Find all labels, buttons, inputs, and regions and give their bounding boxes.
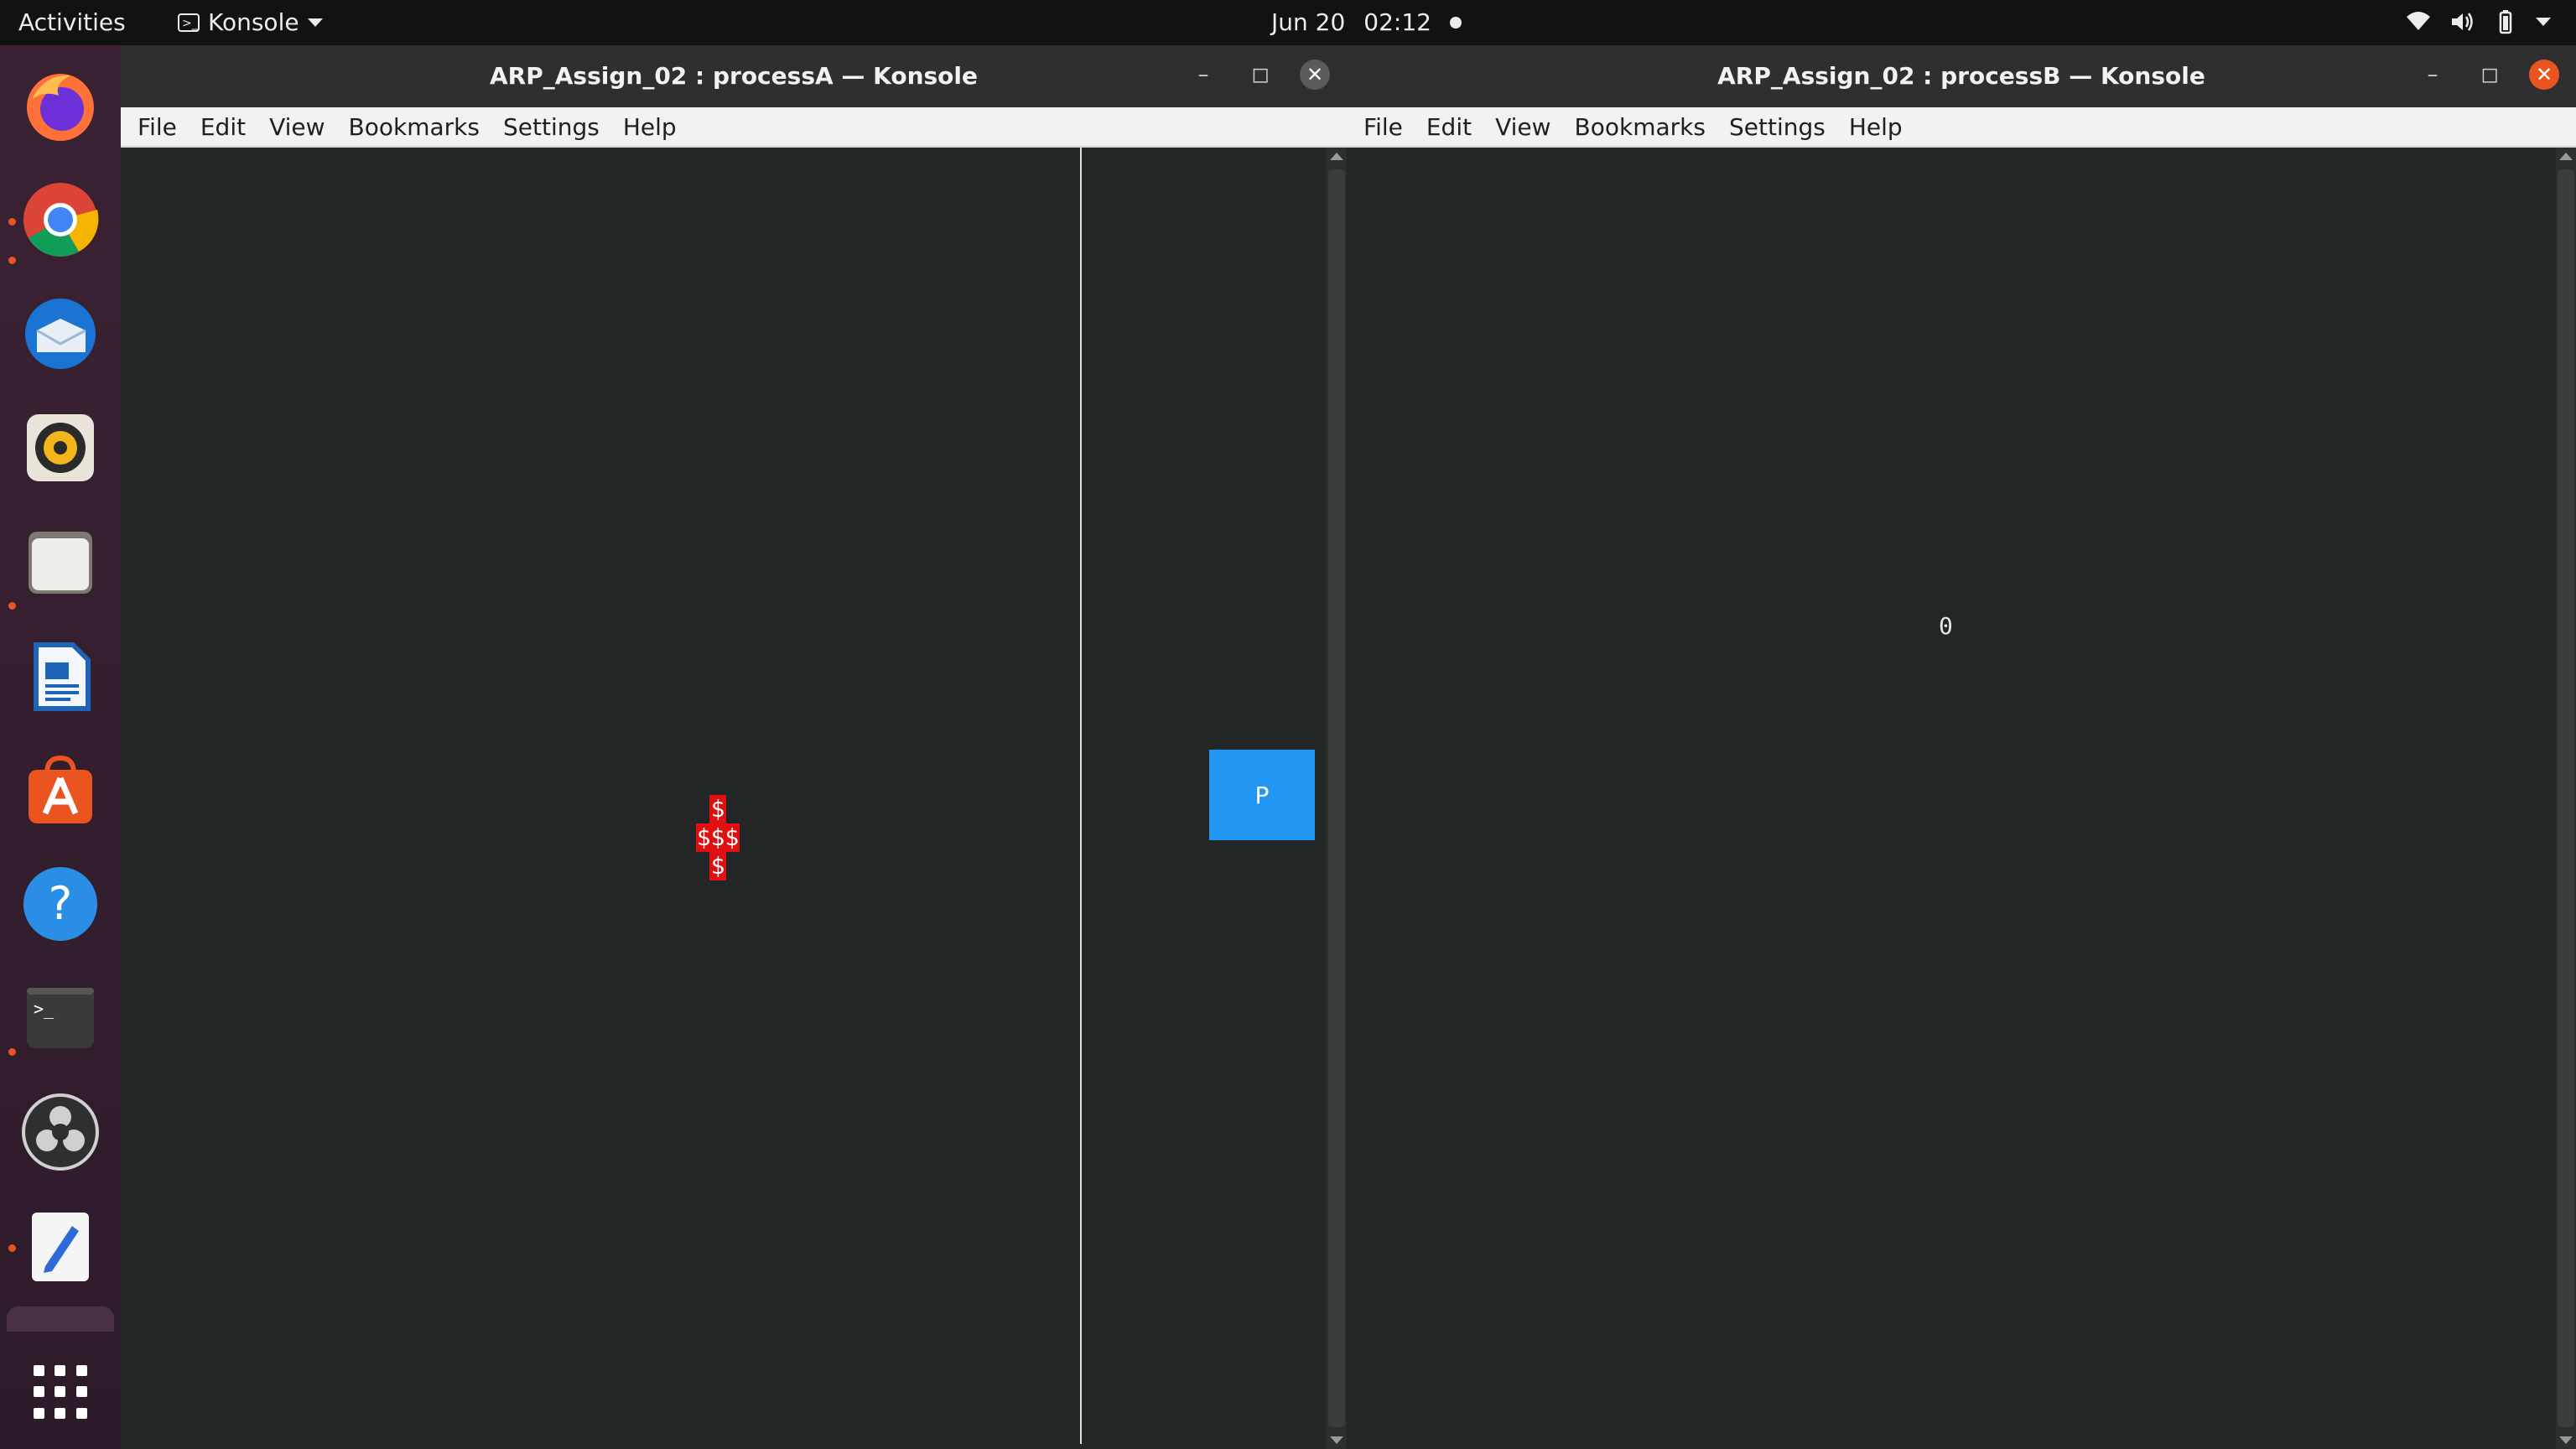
help-icon: ? bbox=[23, 867, 97, 941]
konsole-icon: >_ bbox=[178, 13, 200, 32]
menu-file[interactable]: File bbox=[1347, 113, 1415, 141]
minimize-icon[interactable]: – bbox=[1186, 57, 1221, 92]
dock-running-indicator bbox=[8, 1048, 16, 1056]
app-menu-label: Konsole bbox=[208, 8, 299, 36]
writer-icon bbox=[34, 642, 91, 711]
menu-edit[interactable]: Edit bbox=[189, 113, 257, 141]
svg-text:?: ? bbox=[49, 877, 73, 930]
clock-date: Jun 20 bbox=[1271, 8, 1346, 36]
dock-writer[interactable] bbox=[20, 636, 101, 716]
maximize-icon[interactable]: ◻ bbox=[1243, 57, 1278, 92]
notification-dot-icon bbox=[1449, 16, 1462, 29]
app-menu[interactable]: >_ Konsole bbox=[178, 8, 323, 36]
menu-view[interactable]: View bbox=[257, 113, 336, 141]
target-block: P bbox=[1209, 750, 1315, 840]
scroll-track[interactable] bbox=[2558, 169, 2574, 1427]
activities-button[interactable]: Activities bbox=[18, 8, 126, 36]
close-icon[interactable]: ✕ bbox=[2529, 60, 2559, 90]
files-icon bbox=[29, 532, 92, 594]
volume-icon bbox=[2452, 13, 2473, 31]
scroll-up-icon[interactable] bbox=[2559, 153, 2573, 160]
dock-running-indicator bbox=[8, 218, 16, 226]
terminal-divider-line bbox=[1080, 148, 1082, 1444]
chevron-down-icon bbox=[307, 18, 323, 27]
thunderbird-icon bbox=[25, 299, 96, 369]
scrollbar[interactable] bbox=[2556, 148, 2576, 1449]
wifi-icon bbox=[2407, 12, 2430, 30]
window-title: ARP_Assign_02 : processB — Konsole bbox=[1717, 62, 2205, 90]
dock-files[interactable] bbox=[20, 522, 101, 602]
dock-terminal[interactable]: >_ bbox=[20, 978, 101, 1058]
menu-file[interactable]: File bbox=[121, 113, 189, 141]
titlebar[interactable]: ARP_Assign_02 : processA — Konsole – ◻ ✕ bbox=[121, 45, 1347, 107]
scroll-down-icon[interactable] bbox=[2559, 1436, 2573, 1444]
menu-bar: File Edit View Bookmarks Settings Help bbox=[121, 107, 1347, 148]
minimize-icon[interactable]: – bbox=[2415, 57, 2450, 92]
menu-edit[interactable]: Edit bbox=[1415, 113, 1483, 141]
dock-running-indicator bbox=[8, 602, 16, 610]
menu-bookmarks[interactable]: Bookmarks bbox=[1563, 113, 1717, 141]
menu-help[interactable]: Help bbox=[1837, 113, 1914, 141]
dock-chrome[interactable] bbox=[20, 179, 101, 260]
window-controls: – ◻ ✕ bbox=[2415, 57, 2559, 92]
dock-help[interactable]: ? bbox=[20, 864, 101, 944]
software-icon bbox=[29, 755, 92, 823]
scroll-down-icon[interactable] bbox=[1330, 1436, 1343, 1444]
window-process-a: ARP_Assign_02 : processA — Konsole – ◻ ✕… bbox=[121, 45, 1347, 1449]
dock-thunderbird[interactable] bbox=[20, 293, 101, 374]
close-icon[interactable]: ✕ bbox=[1300, 60, 1330, 90]
rhythmbox-icon bbox=[27, 414, 94, 481]
dock-rhythmbox[interactable] bbox=[20, 408, 101, 488]
cross-marker-bottom: $ bbox=[709, 852, 726, 880]
clock[interactable]: Jun 20 02:12 bbox=[1271, 8, 1462, 36]
terminal-area[interactable]: 0 bbox=[1347, 148, 2576, 1449]
firefox-icon bbox=[27, 74, 94, 141]
system-menu-chevron-icon[interactable] bbox=[2536, 18, 2551, 26]
cross-marker-middle: $$$ bbox=[696, 823, 740, 852]
dock-software[interactable] bbox=[20, 750, 101, 830]
clock-time: 02:12 bbox=[1363, 8, 1431, 36]
dock-running-indicator bbox=[8, 257, 16, 264]
battery-icon bbox=[2499, 10, 2512, 34]
scrollbar[interactable] bbox=[1327, 148, 1347, 1449]
menu-view[interactable]: View bbox=[1483, 113, 1562, 141]
show-applications-icon[interactable] bbox=[34, 1365, 87, 1419]
system-tray[interactable] bbox=[2405, 8, 2551, 35]
window-process-b: ARP_Assign_02 : processB — Konsole – ◻ ✕… bbox=[1347, 45, 2576, 1449]
terminal-area[interactable]: $ $$$ $ bbox=[121, 148, 1347, 1449]
dock-running-indicator bbox=[8, 1244, 16, 1252]
dock-text-editor[interactable] bbox=[20, 1206, 101, 1286]
scroll-track[interactable] bbox=[1328, 169, 1345, 1427]
terminal-value: 0 bbox=[1939, 612, 1953, 640]
menu-bookmarks[interactable]: Bookmarks bbox=[337, 113, 491, 141]
window-title: ARP_Assign_02 : processA — Konsole bbox=[489, 62, 979, 90]
cross-marker-top: $ bbox=[709, 795, 726, 823]
dock: ? >_ bbox=[0, 45, 121, 1449]
svg-text:>_: >_ bbox=[34, 999, 55, 1019]
chrome-icon bbox=[23, 183, 99, 257]
text-editor-icon bbox=[32, 1213, 89, 1281]
dock-firefox[interactable] bbox=[20, 65, 101, 146]
menu-help[interactable]: Help bbox=[611, 113, 688, 141]
scroll-up-icon[interactable] bbox=[1330, 153, 1343, 160]
window-controls: – ◻ ✕ bbox=[1186, 57, 1330, 92]
menu-bar: File Edit View Bookmarks Settings Help bbox=[1347, 107, 2576, 148]
terminal-icon: >_ bbox=[27, 988, 94, 1048]
top-bar: Activities >_ Konsole Jun 20 02:12 bbox=[0, 0, 2576, 45]
obs-icon bbox=[22, 1093, 99, 1171]
menu-settings[interactable]: Settings bbox=[491, 113, 611, 141]
maximize-icon[interactable]: ◻ bbox=[2472, 57, 2507, 92]
titlebar[interactable]: ARP_Assign_02 : processB — Konsole – ◻ ✕ bbox=[1347, 45, 2576, 107]
dock-obs[interactable] bbox=[20, 1092, 101, 1172]
dock-separator bbox=[7, 1306, 114, 1332]
menu-settings[interactable]: Settings bbox=[1717, 113, 1837, 141]
